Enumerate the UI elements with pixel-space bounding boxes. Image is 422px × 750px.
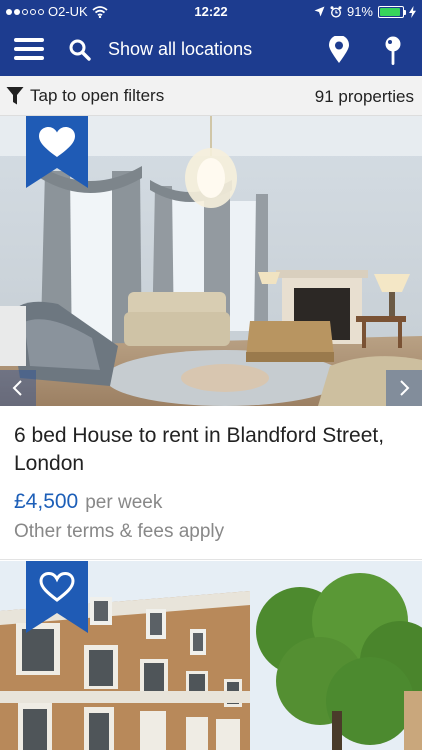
filter-label: Tap to open filters <box>30 86 165 105</box>
filter-bar: Tap to open filters 91 properties <box>0 76 422 116</box>
app-header: O2-UK 12:22 91% Show all locations <box>0 0 422 76</box>
chevron-right-icon <box>400 380 410 396</box>
menu-icon-line <box>14 38 44 42</box>
battery-cap <box>404 9 406 15</box>
charging-bolt-icon <box>409 5 416 18</box>
map-view-button[interactable] <box>382 36 404 66</box>
listing-photo[interactable] <box>0 561 422 750</box>
battery-icon <box>378 5 406 18</box>
battery-level-fill <box>380 7 400 16</box>
menu-icon-line <box>14 47 44 51</box>
location-arrow-icon <box>314 6 325 17</box>
alarm-clock-icon <box>330 5 342 18</box>
location-pin-icon <box>329 35 349 63</box>
status-bar: O2-UK 12:22 91% <box>0 0 422 24</box>
nav-bar: Show all locations <box>0 24 422 76</box>
previous-photo-button[interactable] <box>0 370 36 406</box>
property-count: 91 properties <box>314 87 414 106</box>
chevron-left-icon <box>12 380 22 396</box>
menu-button[interactable] <box>14 38 44 62</box>
listing-title: 6 bed House to rent in Blandford Street,… <box>14 424 385 475</box>
nearby-location-button[interactable] <box>326 35 352 64</box>
price-row: £4,500 per week <box>14 490 162 514</box>
listing-card[interactable]: 6 bed House to rent in Blandford Street,… <box>0 406 422 560</box>
price-period: per week <box>85 492 163 513</box>
app-root: O2-UK 12:22 91% Show all locations Tap t… <box>0 0 422 750</box>
heart-filled-icon <box>26 116 88 188</box>
search-location-label[interactable]: Show all locations <box>108 39 252 60</box>
listing-photo[interactable] <box>0 116 422 406</box>
menu-icon-line <box>14 56 44 60</box>
filter-funnel-icon <box>6 87 24 105</box>
map-pin-icon <box>385 36 401 65</box>
search-icon <box>69 39 91 61</box>
favorite-button[interactable] <box>26 561 88 633</box>
battery-percent: 91% <box>346 4 373 19</box>
listing-price: £4,500 <box>14 490 79 513</box>
open-filters-button[interactable]: Tap to open filters <box>6 86 164 106</box>
favorite-button[interactable] <box>26 116 88 188</box>
status-right: 91% <box>314 4 416 19</box>
search-button[interactable] <box>68 38 92 62</box>
listing-terms: Other terms & fees apply <box>14 521 225 542</box>
next-photo-button[interactable] <box>386 370 422 406</box>
heart-outline-icon <box>26 561 88 633</box>
